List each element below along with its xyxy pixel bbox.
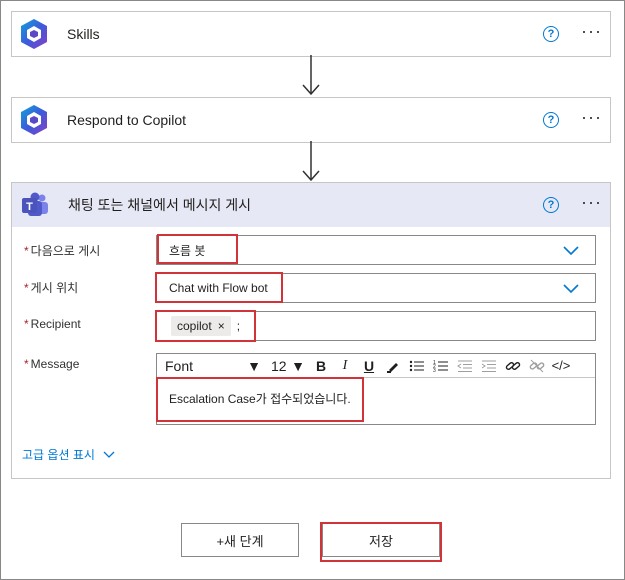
code-view-button[interactable]: </>	[549, 354, 573, 378]
font-family-select[interactable]: Font ▼	[157, 358, 267, 374]
underline-button[interactable]: U	[357, 354, 381, 378]
bold-button[interactable]: B	[309, 354, 333, 378]
recipient-label: * Recipient	[24, 317, 81, 331]
italic-button[interactable]: I	[333, 354, 357, 378]
message-highlight	[156, 377, 364, 422]
chevron-down-icon	[103, 451, 115, 458]
teams-icon: T	[22, 192, 48, 216]
more-options-icon[interactable]: ···	[581, 193, 602, 213]
dropdown-arrow-icon: ▼	[291, 357, 305, 374]
post-in-label: * 게시 위치	[24, 281, 79, 295]
unlink-icon[interactable]	[525, 354, 549, 378]
help-icon[interactable]: ?	[543, 112, 560, 128]
copilot-studio-icon	[21, 19, 47, 49]
respond-to-copilot-step-card[interactable]: Respond to Copilot ? ···	[11, 97, 611, 143]
post-as-highlight	[157, 234, 238, 264]
more-options-icon[interactable]: ···	[581, 108, 602, 128]
help-icon[interactable]: ?	[543, 197, 560, 213]
save-highlight	[320, 522, 442, 562]
recipient-highlight	[155, 310, 256, 342]
svg-text:3: 3	[433, 368, 436, 373]
more-options-icon[interactable]: ···	[581, 22, 602, 42]
step-title: Respond to Copilot	[67, 112, 187, 128]
teams-post-message-step-card[interactable]: T 채팅 또는 채널에서 메시지 게시 ? ··· * 다음으로 게시 흐름 봇 …	[11, 182, 611, 479]
svg-text:T: T	[26, 201, 33, 213]
font-size-select[interactable]: 12 ▼	[267, 358, 309, 374]
step-title: Skills	[67, 26, 100, 42]
post-in-highlight	[155, 272, 283, 303]
bullet-list-icon[interactable]	[405, 354, 429, 378]
chevron-down-icon[interactable]	[563, 244, 579, 256]
dropdown-arrow-icon: ▼	[247, 357, 261, 374]
numbered-list-icon[interactable]: 123	[429, 354, 453, 378]
post-as-label: * 다음으로 게시	[24, 244, 101, 258]
rich-text-toolbar: Font ▼ 12 ▼ B I U 123 </>	[157, 354, 595, 378]
decrease-indent-icon[interactable]	[453, 354, 477, 378]
new-step-button[interactable]: +새 단계	[181, 523, 299, 557]
link-icon[interactable]	[501, 354, 525, 378]
help-icon[interactable]: ?	[543, 26, 560, 42]
step-title: 채팅 또는 채널에서 메시지 게시	[68, 197, 251, 213]
highlight-pen-icon[interactable]	[381, 354, 405, 378]
flow-arrow-icon	[302, 141, 320, 182]
chevron-down-icon[interactable]	[563, 282, 579, 294]
skills-step-card[interactable]: Skills ? ···	[11, 11, 611, 57]
flow-arrow-icon	[302, 55, 320, 96]
copilot-studio-icon	[21, 105, 47, 135]
increase-indent-icon[interactable]	[477, 354, 501, 378]
show-advanced-options-link[interactable]: 고급 옵션 표시	[22, 446, 115, 463]
message-label: * Message	[24, 357, 80, 371]
